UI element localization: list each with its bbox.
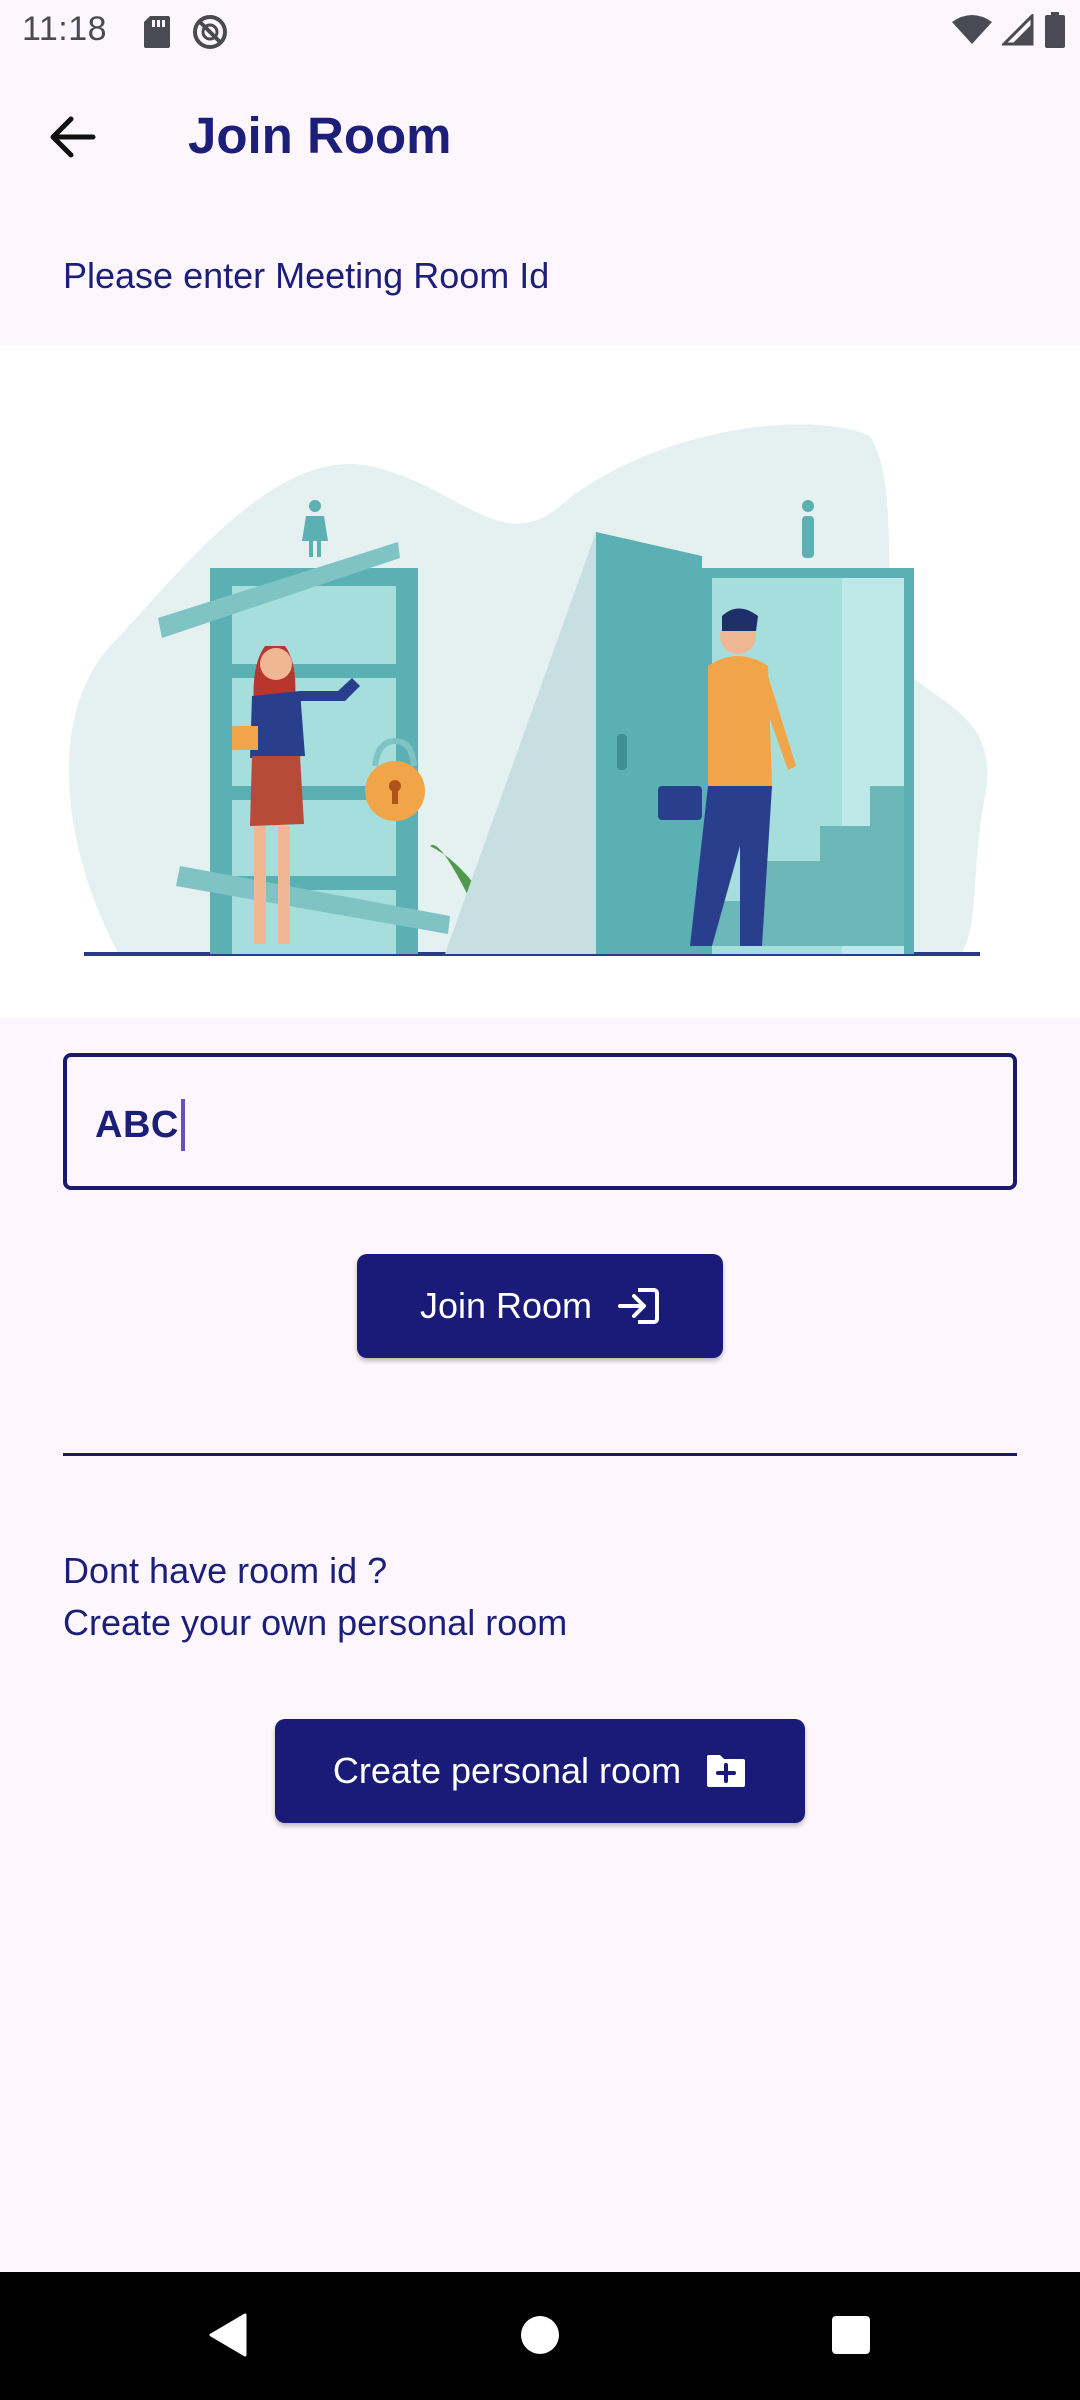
no-room-line-2: Create your own personal room: [63, 1602, 568, 1643]
nav-recents-button[interactable]: [816, 2302, 886, 2372]
join-room-button-label: Join Room: [419, 1285, 593, 1326]
nav-home-button[interactable]: [505, 2302, 575, 2372]
prompt-text: Please enter Meeting Room Id: [63, 255, 550, 296]
divider: [63, 1453, 1017, 1456]
no-room-text: Dont have room id ? Create your own pers…: [63, 1545, 567, 1649]
room-id-text: ABC: [95, 1103, 179, 1146]
join-room-button[interactable]: Join Room: [357, 1254, 723, 1358]
back-button[interactable]: [38, 104, 108, 174]
arrow-back-icon: [49, 115, 97, 164]
wifi-icon: [952, 14, 992, 51]
app-bar: Join Room: [0, 64, 1080, 212]
home-circle-icon: [519, 2314, 561, 2361]
nav-back-button[interactable]: [192, 2302, 262, 2372]
sd-card-icon: [144, 16, 170, 53]
create-button-label: Create personal room: [332, 1750, 682, 1791]
recents-square-icon: [830, 2314, 872, 2361]
system-nav-bar: [0, 2272, 1080, 2400]
room-id-input[interactable]: ABC: [63, 1053, 1017, 1190]
signal-icon: [1000, 12, 1034, 51]
join-room-illustration: [0, 346, 1080, 1018]
do-not-disturb-icon: [192, 14, 228, 55]
folder-add-icon: [705, 1753, 747, 1789]
status-left-icons: [144, 14, 228, 55]
status-right-icons: [952, 12, 1066, 53]
back-triangle-icon: [205, 2311, 249, 2364]
text-cursor: [180, 1099, 185, 1151]
login-icon: [616, 1286, 660, 1326]
page-title: Join Room: [188, 107, 452, 164]
no-room-line-1: Dont have room id ?: [63, 1550, 388, 1591]
status-bar: 11:18: [0, 0, 1080, 64]
room-id-input-value: ABC: [95, 1099, 185, 1151]
status-time: 11:18: [22, 10, 108, 48]
battery-icon: [1044, 12, 1066, 53]
create-personal-room-button[interactable]: Create personal room: [275, 1719, 805, 1823]
